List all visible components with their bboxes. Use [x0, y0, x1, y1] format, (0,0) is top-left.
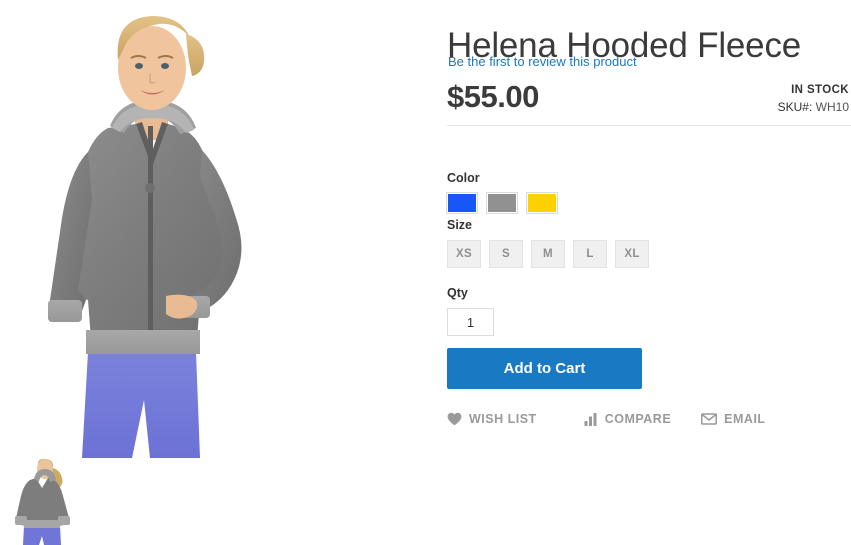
envelope-icon	[701, 413, 718, 425]
product-gallery	[0, 0, 440, 545]
email-link[interactable]: EMAIL	[701, 412, 765, 426]
color-swatch-blue[interactable]	[446, 192, 478, 214]
add-to-cart-button[interactable]: Add to Cart	[447, 348, 642, 389]
size-label: Size	[447, 218, 473, 232]
compare-label: COMPARE	[604, 412, 672, 426]
size-swatch-s[interactable]: S	[489, 240, 523, 268]
status-badge: IN STOCK	[791, 84, 849, 96]
color-swatch-gray[interactable]	[486, 192, 518, 214]
sku-label: SKU#:	[777, 100, 813, 114]
color-swatch-row	[446, 192, 558, 214]
wish-list-label: WISH LIST	[469, 412, 537, 426]
wish-list-link[interactable]: WISH LIST	[447, 412, 537, 426]
write-review-link[interactable]: Be the first to review this product	[448, 54, 637, 70]
qty-group: Qty	[447, 285, 494, 336]
sku-value: WH10	[815, 100, 849, 114]
compare-link[interactable]: COMPARE	[584, 412, 671, 426]
gallery-thumbnails	[0, 458, 440, 545]
heart-icon	[447, 412, 462, 426]
divider	[447, 125, 851, 126]
compare-bars-icon	[584, 412, 598, 426]
product-info: Helena Hooded Fleece Be the first to rev…	[446, 0, 851, 545]
size-swatch-m[interactable]: M	[531, 240, 565, 268]
thumbnail-item[interactable]	[8, 458, 76, 545]
thumbnail-back-view	[8, 458, 76, 545]
size-swatch-xl[interactable]: XL	[615, 240, 649, 268]
qty-label: Qty	[447, 286, 468, 300]
size-swatch-row: XS S M L XL	[447, 240, 649, 268]
main-product-image[interactable]	[0, 0, 440, 458]
product-detail-page: Helena Hooded Fleece Be the first to rev…	[0, 0, 851, 545]
stock-info: IN STOCK SKU#: WH10	[778, 83, 849, 115]
email-label: EMAIL	[724, 412, 766, 426]
size-option-group: Size XS S M L XL	[447, 217, 649, 268]
model-illustration	[0, 0, 440, 458]
size-swatch-l[interactable]: L	[573, 240, 607, 268]
product-actions: WISH LIST COMPARE EMAIL	[447, 412, 766, 426]
quantity-stepper[interactable]	[447, 308, 494, 336]
color-label: Color	[447, 171, 480, 185]
size-swatch-xs[interactable]: XS	[447, 240, 481, 268]
color-option-group: Color	[446, 170, 558, 214]
product-sku: SKU#: WH10	[778, 99, 849, 115]
color-swatch-yellow[interactable]	[526, 192, 558, 214]
product-price: $55.00	[447, 79, 539, 114]
